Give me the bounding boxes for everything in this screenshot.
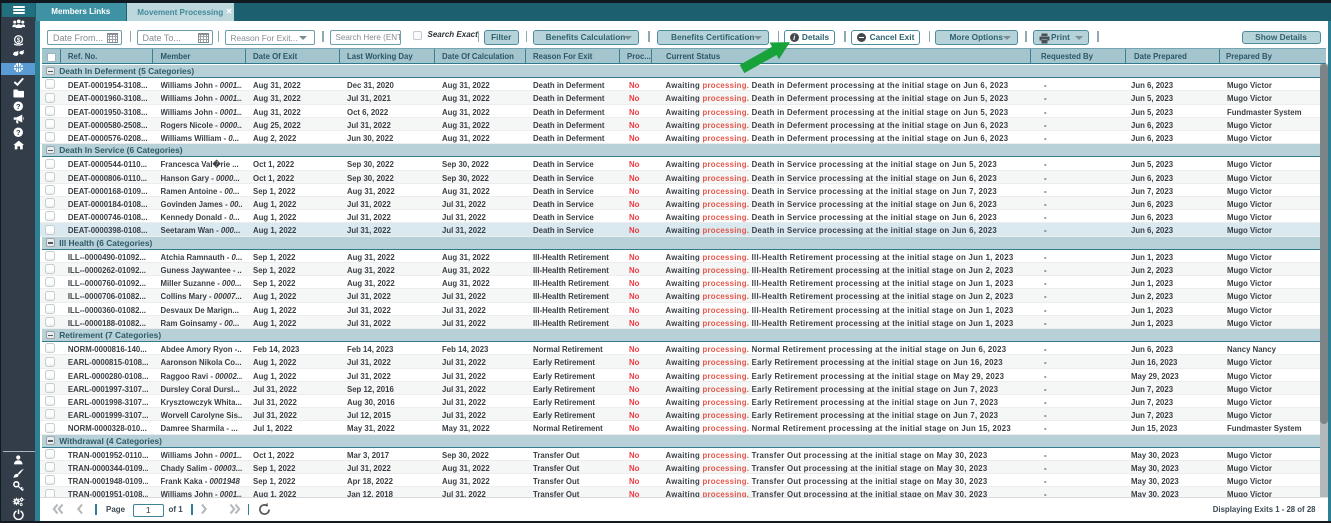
svg-text:?: ? [16,127,21,136]
svg-text:?: ? [16,102,21,111]
svg-text:$: $ [17,37,21,44]
